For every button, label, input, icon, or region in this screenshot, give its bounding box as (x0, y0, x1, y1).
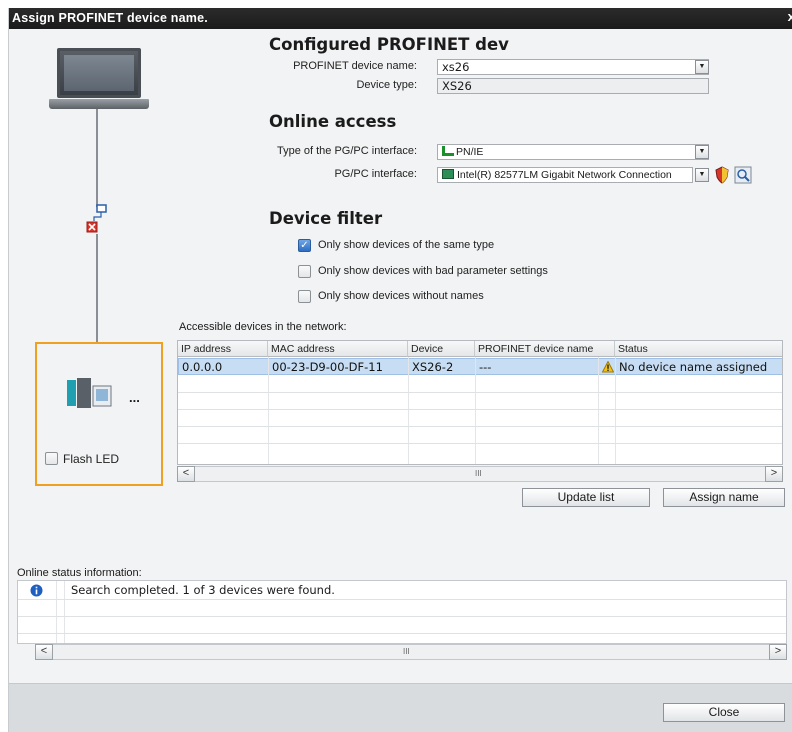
assign-name-button[interactable]: Assign name (663, 488, 785, 507)
diagnostics-icon[interactable] (734, 166, 752, 184)
status-info-caption: Online status information: (17, 567, 142, 579)
scroll-thumb-mark: III (475, 469, 482, 478)
dialog-footer: Close (9, 683, 792, 732)
dialog-title-bar: Assign PROFINET device name. x (9, 8, 792, 29)
assign-device-name-dialog: Assign PROFINET device name. x ... Flash… (8, 8, 792, 732)
filter-same-type-label: Only show devices of the same type (318, 239, 495, 251)
online-access-heading: Online access (269, 112, 397, 131)
interface-type-dropdown-button[interactable]: ▼ (695, 145, 709, 159)
column-header-status[interactable]: Status (615, 341, 782, 357)
interface-label: PG/PC interface: (334, 168, 417, 180)
device-type-label: Device type: (356, 79, 417, 91)
row-profinet-name: --- (479, 360, 492, 374)
filter-without-names-checkbox[interactable] (298, 290, 311, 303)
filter-same-type-checkbox[interactable]: ✓ (298, 239, 311, 252)
pn-ie-icon (442, 146, 454, 156)
row-mac: 00-23-D9-00-DF-11 (272, 360, 383, 374)
status-scroll-right-icon[interactable]: > (769, 644, 787, 660)
device-name-dropdown-button[interactable]: ▼ (695, 60, 709, 74)
status-horizontal-scrollbar[interactable]: < III > (35, 644, 787, 660)
laptop-base (49, 99, 149, 109)
flash-led-checkbox[interactable] (45, 452, 58, 465)
configured-device-heading: Configured PROFINET dev (269, 35, 509, 54)
device-name-label: PROFINET device name: (293, 60, 417, 72)
device-filter-heading: Device filter (269, 209, 383, 228)
status-scroll-left-icon[interactable]: < (35, 644, 53, 660)
status-message: Search completed. 1 of 3 devices were fo… (71, 583, 335, 597)
devices-horizontal-scrollbar[interactable]: < III > (177, 466, 783, 482)
column-header-profinet-name[interactable]: PROFINET device name (475, 341, 615, 357)
filter-without-names-label: Only show devices without names (318, 290, 484, 302)
interface-select[interactable]: Intel(R) 82577LM Gigabit Network Connect… (437, 167, 693, 183)
accessible-devices-table: IP address MAC address Device PROFINET d… (177, 340, 783, 465)
filter-bad-parameters-label: Only show devices with bad parameter set… (318, 265, 548, 277)
row-ip: 0.0.0.0 (182, 360, 223, 374)
status-scroll-thumb-mark: III (403, 647, 410, 656)
row-device: XS26-2 (412, 360, 454, 374)
network-line-upper (96, 109, 98, 207)
interface-dropdown-button[interactable]: ▼ (695, 168, 709, 182)
interface-type-label: Type of the PG/PC interface: (276, 145, 417, 157)
column-header-ip[interactable]: IP address (178, 341, 268, 357)
network-card-icon (442, 169, 454, 179)
filter-bad-parameters-checkbox[interactable] (298, 265, 311, 278)
interface-type-select[interactable]: PN/IE (437, 144, 709, 160)
info-icon (30, 584, 43, 597)
column-header-device[interactable]: Device (408, 341, 475, 357)
column-header-mac[interactable]: MAC address (268, 341, 408, 357)
device-type-field: XS26 (437, 78, 709, 94)
flash-led-label: Flash LED (63, 452, 120, 466)
shield-icon[interactable] (714, 166, 730, 184)
disconnected-connector-icon (86, 204, 107, 233)
accessible-devices-caption: Accessible devices in the network: (179, 321, 347, 333)
device-name-input[interactable]: xs26 (437, 59, 709, 75)
scroll-right-icon[interactable]: > (765, 466, 783, 482)
close-icon[interactable]: x (788, 9, 792, 24)
interface-type-value: PN/IE (456, 146, 484, 158)
status-info-list: Search completed. 1 of 3 devices were fo… (17, 580, 787, 644)
update-list-button[interactable]: Update list (522, 488, 650, 507)
device-more-dots: ... (129, 390, 140, 405)
scroll-left-icon[interactable]: < (177, 466, 195, 482)
pg-pc-laptop-icon (57, 48, 141, 98)
dialog-title: Assign PROFINET device name. (12, 11, 208, 25)
profinet-device-icon (67, 378, 112, 408)
close-button[interactable]: Close (663, 703, 785, 722)
target-device-box: ... Flash LED (35, 342, 163, 486)
row-status: No device name assigned (619, 360, 768, 374)
interface-value: Intel(R) 82577LM Gigabit Network Connect… (457, 169, 672, 181)
warning-icon (602, 361, 614, 373)
